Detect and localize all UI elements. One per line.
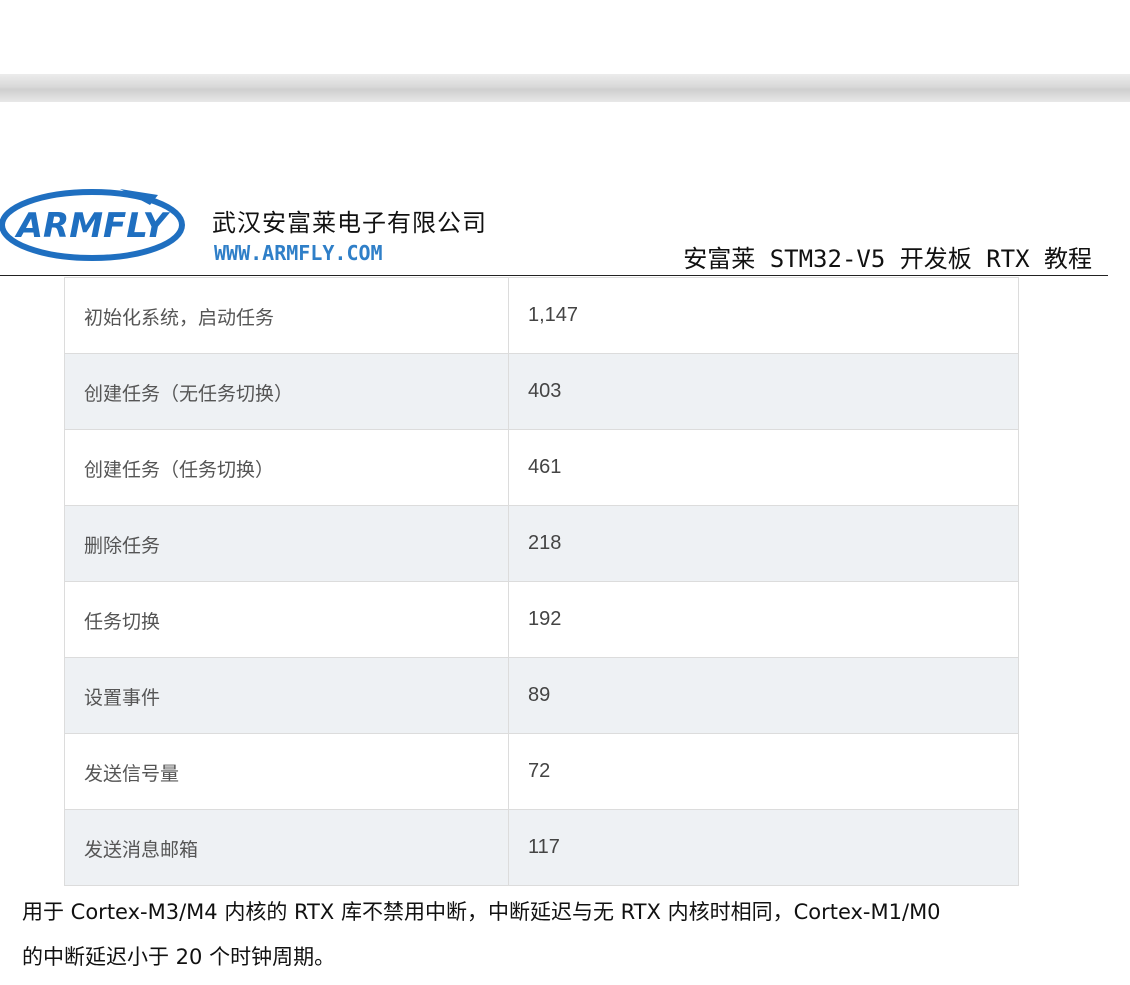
cycles-cell: 403	[508, 353, 1019, 430]
operation-cell: 发送信号量	[64, 733, 509, 810]
cycles-cell: 117	[508, 809, 1019, 886]
table-row: 创建任务（无任务切换） 403	[64, 353, 1019, 430]
cycles-cell: 461	[508, 429, 1019, 506]
performance-table: 初始化系统，启动任务 1,147 创建任务（无任务切换） 403 创建任务（任务…	[64, 277, 1019, 886]
header-divider	[0, 275, 1108, 276]
body-paragraph: 用于 Cortex-M3/M4 内核的 RTX 库不禁用中断，中断延迟与无 RT…	[22, 890, 1122, 980]
company-url: WWW.ARMFLY.COM	[214, 241, 383, 265]
operation-cell: 任务切换	[64, 581, 509, 658]
logo-text: ARMFLY	[14, 206, 171, 246]
body-line-1: 用于 Cortex-M3/M4 内核的 RTX 库不禁用中断，中断延迟与无 RT…	[22, 900, 941, 924]
table-row: 初始化系统，启动任务 1,147	[64, 277, 1019, 354]
cycles-cell: 218	[508, 505, 1019, 582]
armfly-logo: ARMFLY	[0, 189, 185, 261]
cycles-cell: 192	[508, 581, 1019, 658]
document-title: 安富莱 STM32-V5 开发板 RTX 教程	[683, 245, 1092, 273]
page-header: ARMFLY 武汉安富莱电子有限公司 WWW.ARMFLY.COM 安富莱 ST…	[0, 183, 1130, 278]
company-name: 武汉安富莱电子有限公司	[212, 209, 487, 237]
operation-cell: 发送消息邮箱	[64, 809, 509, 886]
table-row: 设置事件 89	[64, 657, 1019, 734]
table-row: 任务切换 192	[64, 581, 1019, 658]
operation-cell: 创建任务（无任务切换）	[64, 353, 509, 430]
cycles-cell: 89	[508, 657, 1019, 734]
cycles-cell: 72	[508, 733, 1019, 810]
operation-cell: 设置事件	[64, 657, 509, 734]
table-row: 创建任务（任务切换） 461	[64, 429, 1019, 506]
operation-cell: 初始化系统，启动任务	[64, 277, 509, 354]
table-row: 发送消息邮箱 117	[64, 809, 1019, 886]
body-line-2: 的中断延迟小于 20 个时钟周期。	[22, 945, 336, 969]
operation-cell: 创建任务（任务切换）	[64, 429, 509, 506]
table-row: 删除任务 218	[64, 505, 1019, 582]
operation-cell: 删除任务	[64, 505, 509, 582]
cycles-cell: 1,147	[508, 277, 1019, 354]
table-row: 发送信号量 72	[64, 733, 1019, 810]
top-toolbar-bar	[0, 74, 1130, 102]
